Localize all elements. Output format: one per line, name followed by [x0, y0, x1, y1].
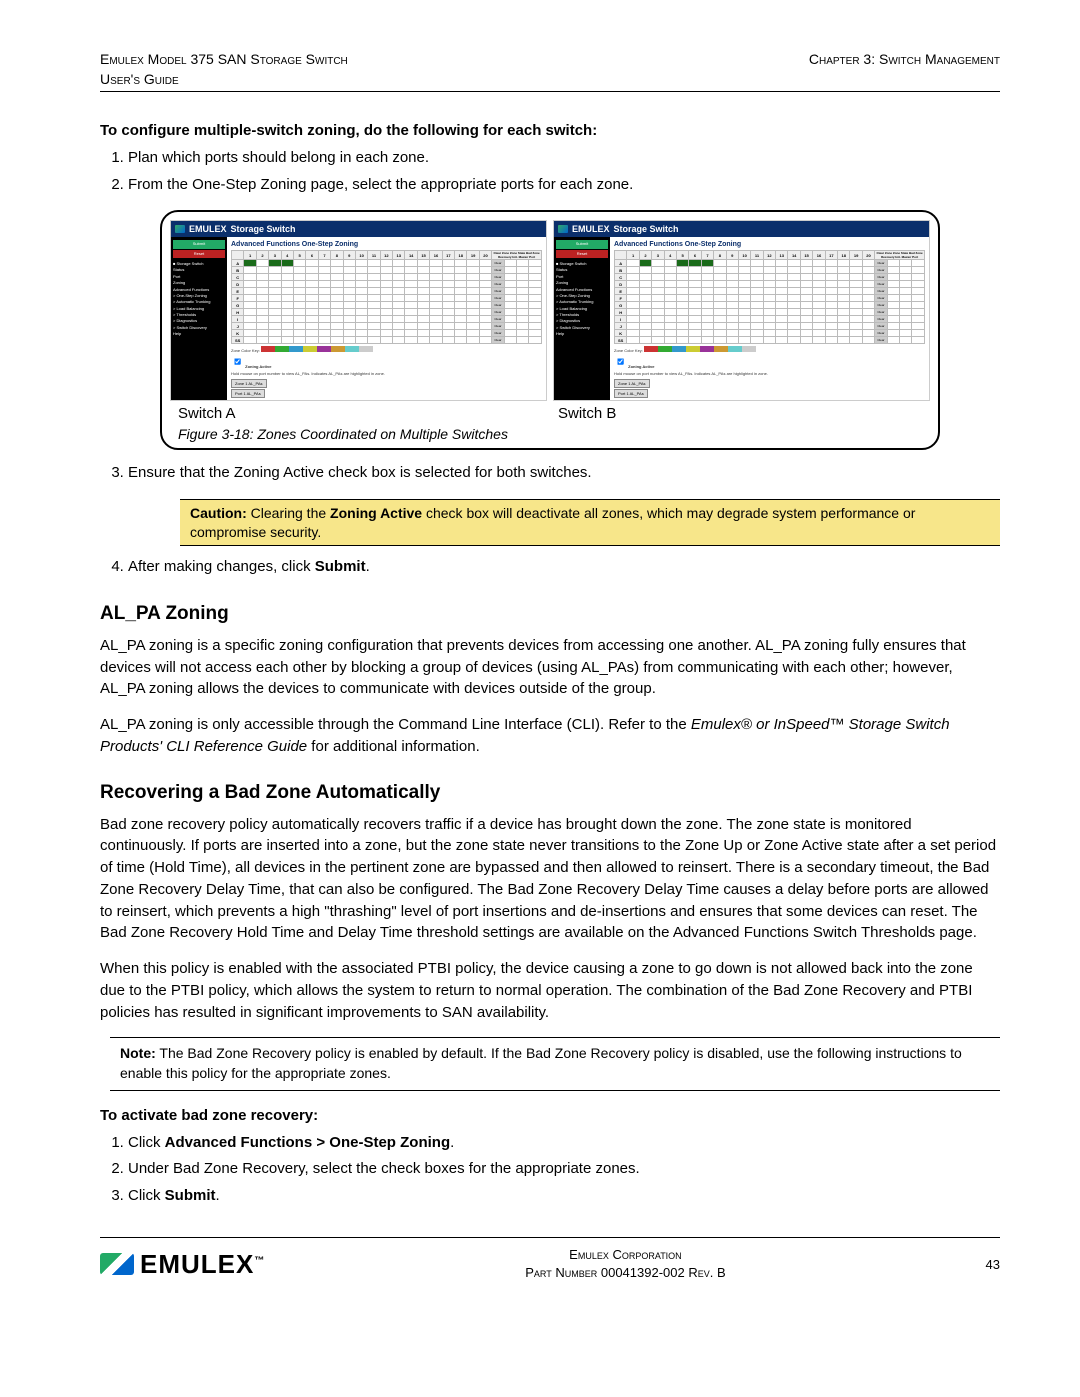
alpa-button[interactable]: Port 1 AL_PAs [231, 389, 265, 398]
step-bold: Advanced Functions > One-Step Zoning [165, 1134, 450, 1151]
step-text: Under Bad Zone Recovery, select the chec… [128, 1160, 640, 1177]
sidebar-btn[interactable]: Submit [173, 240, 225, 248]
alpa-button[interactable]: Zone 1 AL_PAs [231, 379, 267, 388]
emulex-icon [558, 225, 568, 233]
step-text: . [450, 1134, 454, 1151]
app-brand: EMULEX [189, 224, 227, 234]
header-chapter: Chapter 3: Switch Management [809, 50, 1000, 70]
list-item: Click Submit. [128, 1185, 1000, 1208]
caution-bold: Zoning Active [330, 505, 422, 521]
zoning-active-checkbox[interactable] [617, 358, 624, 365]
activate-lead: To activate bad zone recovery: [100, 1107, 1000, 1124]
caution-label: Caution: [190, 505, 247, 521]
sidebar: Submit Reset ■ Storage Switch Status Por… [554, 237, 610, 400]
caution-text: Clearing the [247, 505, 330, 521]
alpa-p1: AL_PA zoning is a specific zoning config… [100, 635, 1000, 700]
list-item: Plan which ports should belong in each z… [128, 147, 1000, 170]
footer-company: Emulex Corporation [265, 1246, 985, 1264]
note-block: Note: The Bad Zone Recovery policy is en… [110, 1037, 1000, 1090]
figure-caption: Figure 3-18: Zones Coordinated on Multip… [170, 422, 930, 444]
note-label: Note: [120, 1045, 156, 1061]
zoning-active-label: Zoning Active [628, 364, 654, 369]
alpa-button[interactable]: Port 1 AL_PAs [614, 389, 648, 398]
alpa-heading: AL_PA Zoning [100, 603, 1000, 625]
list-item: Ensure that the Zoning Active check box … [128, 462, 1000, 485]
sidebar-btn[interactable]: Reset [556, 250, 608, 258]
sidebar: Submit Reset ■ Storage Switch Status Por… [171, 237, 227, 400]
zoning-grid-a[interactable]: 1234567891011121314151617181920Clear Zon… [231, 250, 542, 344]
footer-logo: EMULEX™ [100, 1249, 265, 1280]
switch-b-screenshot: EMULEX Storage Switch Submit Reset ■ Sto… [553, 220, 930, 401]
page-number: 43 [986, 1257, 1000, 1272]
list-item: From the One-Step Zoning page, select th… [128, 174, 1000, 197]
app-brand: EMULEX [572, 224, 610, 234]
text: AL_PA zoning is only accessible through … [100, 716, 691, 733]
header-guide: User's Guide [100, 70, 348, 90]
config-lead: To configure multiple-switch zoning, do … [100, 122, 1000, 139]
sidebar-btn[interactable]: Reset [173, 250, 225, 258]
page-footer: EMULEX™ Emulex Corporation Part Number 0… [100, 1237, 1000, 1282]
step-bold: Submit [315, 558, 366, 575]
footer-partno: Part Number 00041392-002 Rev. B [265, 1264, 985, 1282]
panel-heading: Advanced Functions One-Step Zoning [231, 239, 542, 250]
emulex-icon [175, 225, 185, 233]
app-title: Storage Switch [614, 224, 679, 234]
switch-b-label: Switch B [550, 405, 930, 422]
app-title: Storage Switch [231, 224, 296, 234]
footer-brand: EMULEX [140, 1249, 254, 1279]
caution-box: Caution: Clearing the Zoning Active chec… [180, 499, 1000, 547]
hint-text: Hold mouse on port number to view AL_PAs… [614, 371, 925, 376]
hint-text: Hold mouse on port number to view AL_PAs… [231, 371, 542, 376]
emulex-icon [100, 1253, 134, 1275]
config-steps-c: After making changes, click Submit. [128, 556, 1000, 579]
trademark-icon: ™ [254, 1255, 265, 1266]
switch-a-label: Switch A [170, 405, 550, 422]
alpa-button[interactable]: Zone 1 AL_PAs [614, 379, 650, 388]
sidebar-item[interactable]: Help [173, 331, 225, 337]
zoning-active-label: Zoning Active [245, 364, 271, 369]
zoning-grid-b[interactable]: 1234567891011121314151617181920Clear Zon… [614, 250, 925, 344]
sidebar-item[interactable]: Help [556, 331, 608, 337]
color-key-label: Zone Color Key: [231, 348, 260, 353]
activate-steps: Click Advanced Functions > One-Step Zoni… [128, 1132, 1000, 1208]
color-key-strip [261, 348, 373, 353]
recover-p1: Bad zone recovery policy automatically r… [100, 814, 1000, 945]
sidebar-btn[interactable]: Submit [556, 240, 608, 248]
note-text: The Bad Zone Recovery policy is enabled … [120, 1045, 962, 1081]
zoning-active-checkbox[interactable] [234, 358, 241, 365]
color-key-label: Zone Color Key: [614, 348, 643, 353]
list-item: Click Advanced Functions > One-Step Zoni… [128, 1132, 1000, 1155]
list-item: After making changes, click Submit. [128, 556, 1000, 579]
recover-heading: Recovering a Bad Zone Automatically [100, 782, 1000, 804]
switch-a-screenshot: EMULEX Storage Switch Submit Reset ■ Sto… [170, 220, 547, 401]
header-product: Emulex Model 375 SAN Storage Switch [100, 50, 348, 70]
config-steps-b: Ensure that the Zoning Active check box … [128, 462, 1000, 485]
step-text: . [216, 1187, 220, 1204]
step-text: . [366, 558, 370, 575]
list-item: Under Bad Zone Recovery, select the chec… [128, 1158, 1000, 1181]
recover-p2: When this policy is enabled with the ass… [100, 958, 1000, 1023]
step-bold: Submit [165, 1187, 216, 1204]
step-text: After making changes, click [128, 558, 315, 575]
figure-container: EMULEX Storage Switch Submit Reset ■ Sto… [160, 210, 940, 450]
alpa-p2: AL_PA zoning is only accessible through … [100, 714, 1000, 758]
step-text: Click [128, 1187, 165, 1204]
panel-heading: Advanced Functions One-Step Zoning [614, 239, 925, 250]
config-steps-a: Plan which ports should belong in each z… [128, 147, 1000, 196]
page-header: Emulex Model 375 SAN Storage Switch User… [100, 50, 1000, 92]
color-key-strip [644, 348, 756, 353]
step-text: Click [128, 1134, 165, 1151]
text: for additional information. [307, 738, 480, 755]
